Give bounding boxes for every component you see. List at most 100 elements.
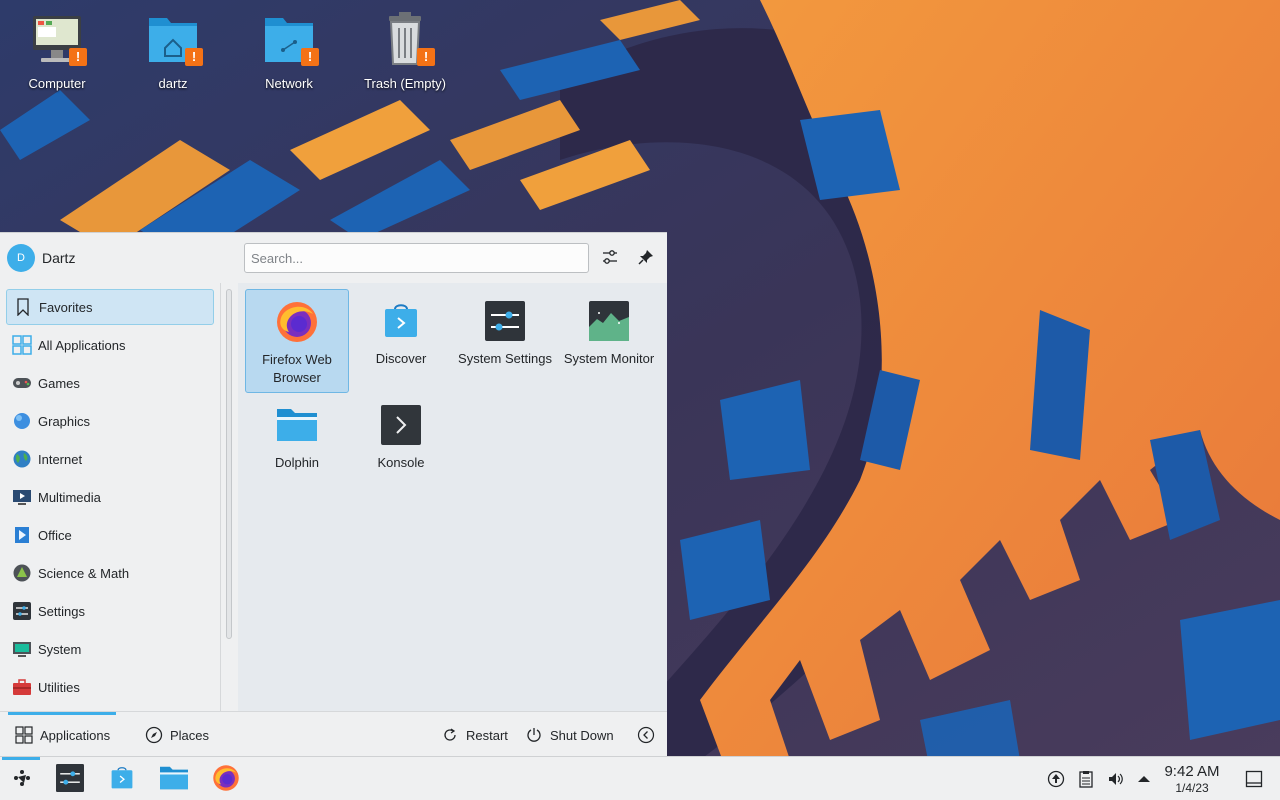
restart-button[interactable]: Restart <box>440 722 508 748</box>
configure-button[interactable] <box>597 245 623 271</box>
desktop-icon-home[interactable]: ! dartz <box>118 10 228 100</box>
grid-icon <box>14 725 34 745</box>
tab-label: Applications <box>40 727 111 743</box>
grid-icon <box>11 334 33 356</box>
category-label: Science & Math <box>38 565 130 581</box>
category-graphics[interactable]: Graphics <box>6 403 214 439</box>
computer-icon: ! <box>29 10 87 68</box>
category-scrollbar[interactable] <box>226 289 232 639</box>
firefox-icon <box>212 764 240 795</box>
taskbar: 9:42 AM 1/4/23 <box>0 756 1280 800</box>
category-label: Settings <box>38 603 85 619</box>
warning-badge-icon: ! <box>69 48 87 66</box>
firefox-icon <box>275 300 319 344</box>
category-favorites[interactable]: Favorites <box>6 289 214 325</box>
desktop-icon-network[interactable]: ! Network <box>234 10 344 100</box>
taskbar-dolphin[interactable] <box>154 761 194 797</box>
app-label: Konsole <box>377 455 425 470</box>
category-office[interactable]: Office <box>6 517 214 553</box>
home-folder-icon: ! <box>145 10 203 68</box>
app-label: Firefox Web Browser <box>262 352 332 385</box>
konsole-icon <box>379 403 423 447</box>
globe-icon <box>11 448 33 470</box>
tab-label: Places <box>170 727 210 743</box>
multimedia-icon <box>11 486 33 508</box>
system-settings-icon <box>56 763 84 795</box>
graphics-icon <box>11 410 33 432</box>
button-label: Restart <box>466 727 508 743</box>
category-utilities[interactable]: Utilities <box>6 669 214 705</box>
category-label: Office <box>38 527 72 543</box>
clipboard-icon[interactable] <box>1076 769 1096 789</box>
launcher-body: Favorites All Applications Games Graphic… <box>0 283 667 711</box>
app-tile-system-settings[interactable]: System Settings <box>453 289 557 393</box>
desktop-icon-label: Trash (Empty) <box>364 76 446 91</box>
category-label: All Applications <box>38 337 126 353</box>
update-notifier-icon[interactable] <box>1046 769 1066 789</box>
bookmark-icon <box>12 296 34 318</box>
category-settings[interactable]: Settings <box>6 593 214 629</box>
category-internet[interactable]: Internet <box>6 441 214 477</box>
launcher-header: D Dartz <box>0 233 667 283</box>
taskbar-system-settings[interactable] <box>50 761 90 797</box>
category-label: Utilities <box>38 679 80 695</box>
tab-applications[interactable]: Applications <box>14 722 110 748</box>
warning-badge-icon: ! <box>417 48 435 66</box>
discover-icon <box>379 299 423 343</box>
launcher-active-indicator <box>2 757 40 760</box>
app-tile-system-monitor[interactable]: System Monitor <box>557 289 661 393</box>
tab-places[interactable]: Places <box>144 722 209 748</box>
pin-button[interactable] <box>633 245 659 271</box>
category-label: Multimedia <box>38 489 101 505</box>
desktop-icon-trash[interactable]: ! Trash (Empty) <box>350 10 460 100</box>
tray-expand-arrow-icon[interactable] <box>1134 769 1154 789</box>
shutdown-button[interactable]: Shut Down <box>524 722 614 748</box>
app-tile-dolphin[interactable]: Dolphin <box>245 393 349 497</box>
system-icon <box>11 638 33 660</box>
science-icon <box>11 562 33 584</box>
clock-time[interactable]: 9:42 AM <box>1158 763 1226 780</box>
category-multimedia[interactable]: Multimedia <box>6 479 214 515</box>
gamepad-icon <box>11 372 33 394</box>
show-desktop-icon[interactable] <box>1244 769 1264 789</box>
office-icon <box>11 524 33 546</box>
desktop-icon-label: Network <box>265 76 313 91</box>
app-label: Discover <box>375 351 427 366</box>
desktop-icon-label: dartz <box>158 76 188 91</box>
category-all-applications[interactable]: All Applications <box>6 327 214 363</box>
toolbox-icon <box>11 676 33 698</box>
app-tile-discover[interactable]: Discover <box>349 289 453 393</box>
desktop-icon-label: Computer <box>28 76 86 91</box>
application-launcher-icon <box>10 766 34 793</box>
dolphin-icon <box>159 764 189 795</box>
application-launcher-button[interactable] <box>2 761 42 797</box>
category-label: Graphics <box>38 413 91 429</box>
app-label: System Settings <box>458 351 552 366</box>
clock-date[interactable]: 1/4/23 <box>1158 781 1226 795</box>
category-sidebar: Favorites All Applications Games Graphic… <box>0 283 221 711</box>
category-label: Favorites <box>39 299 93 315</box>
taskbar-discover[interactable] <box>102 761 142 797</box>
category-games[interactable]: Games <box>6 365 214 401</box>
app-tile-firefox[interactable]: Firefox Web Browser <box>245 289 349 393</box>
search-input[interactable] <box>244 243 589 273</box>
app-label: System Monitor <box>563 351 655 366</box>
avatar[interactable]: D <box>7 244 35 272</box>
app-tile-konsole[interactable]: Konsole <box>349 393 453 497</box>
category-label: Games <box>38 375 80 391</box>
taskbar-firefox[interactable] <box>206 761 246 797</box>
volume-icon[interactable] <box>1106 769 1126 789</box>
settings-sliders-icon <box>11 600 33 622</box>
tab-active-indicator <box>8 712 116 715</box>
compass-icon <box>144 725 164 745</box>
warning-badge-icon: ! <box>185 48 203 66</box>
category-label: Internet <box>38 451 83 467</box>
category-system[interactable]: System <box>6 631 214 667</box>
button-label: Shut Down <box>550 727 614 743</box>
category-science-math[interactable]: Science & Math <box>6 555 214 591</box>
more-actions-button[interactable] <box>636 722 662 748</box>
network-folder-icon: ! <box>261 10 319 68</box>
desktop-icon-computer[interactable]: ! Computer <box>2 10 112 100</box>
category-label: System <box>38 641 82 657</box>
warning-badge-icon: ! <box>301 48 319 66</box>
